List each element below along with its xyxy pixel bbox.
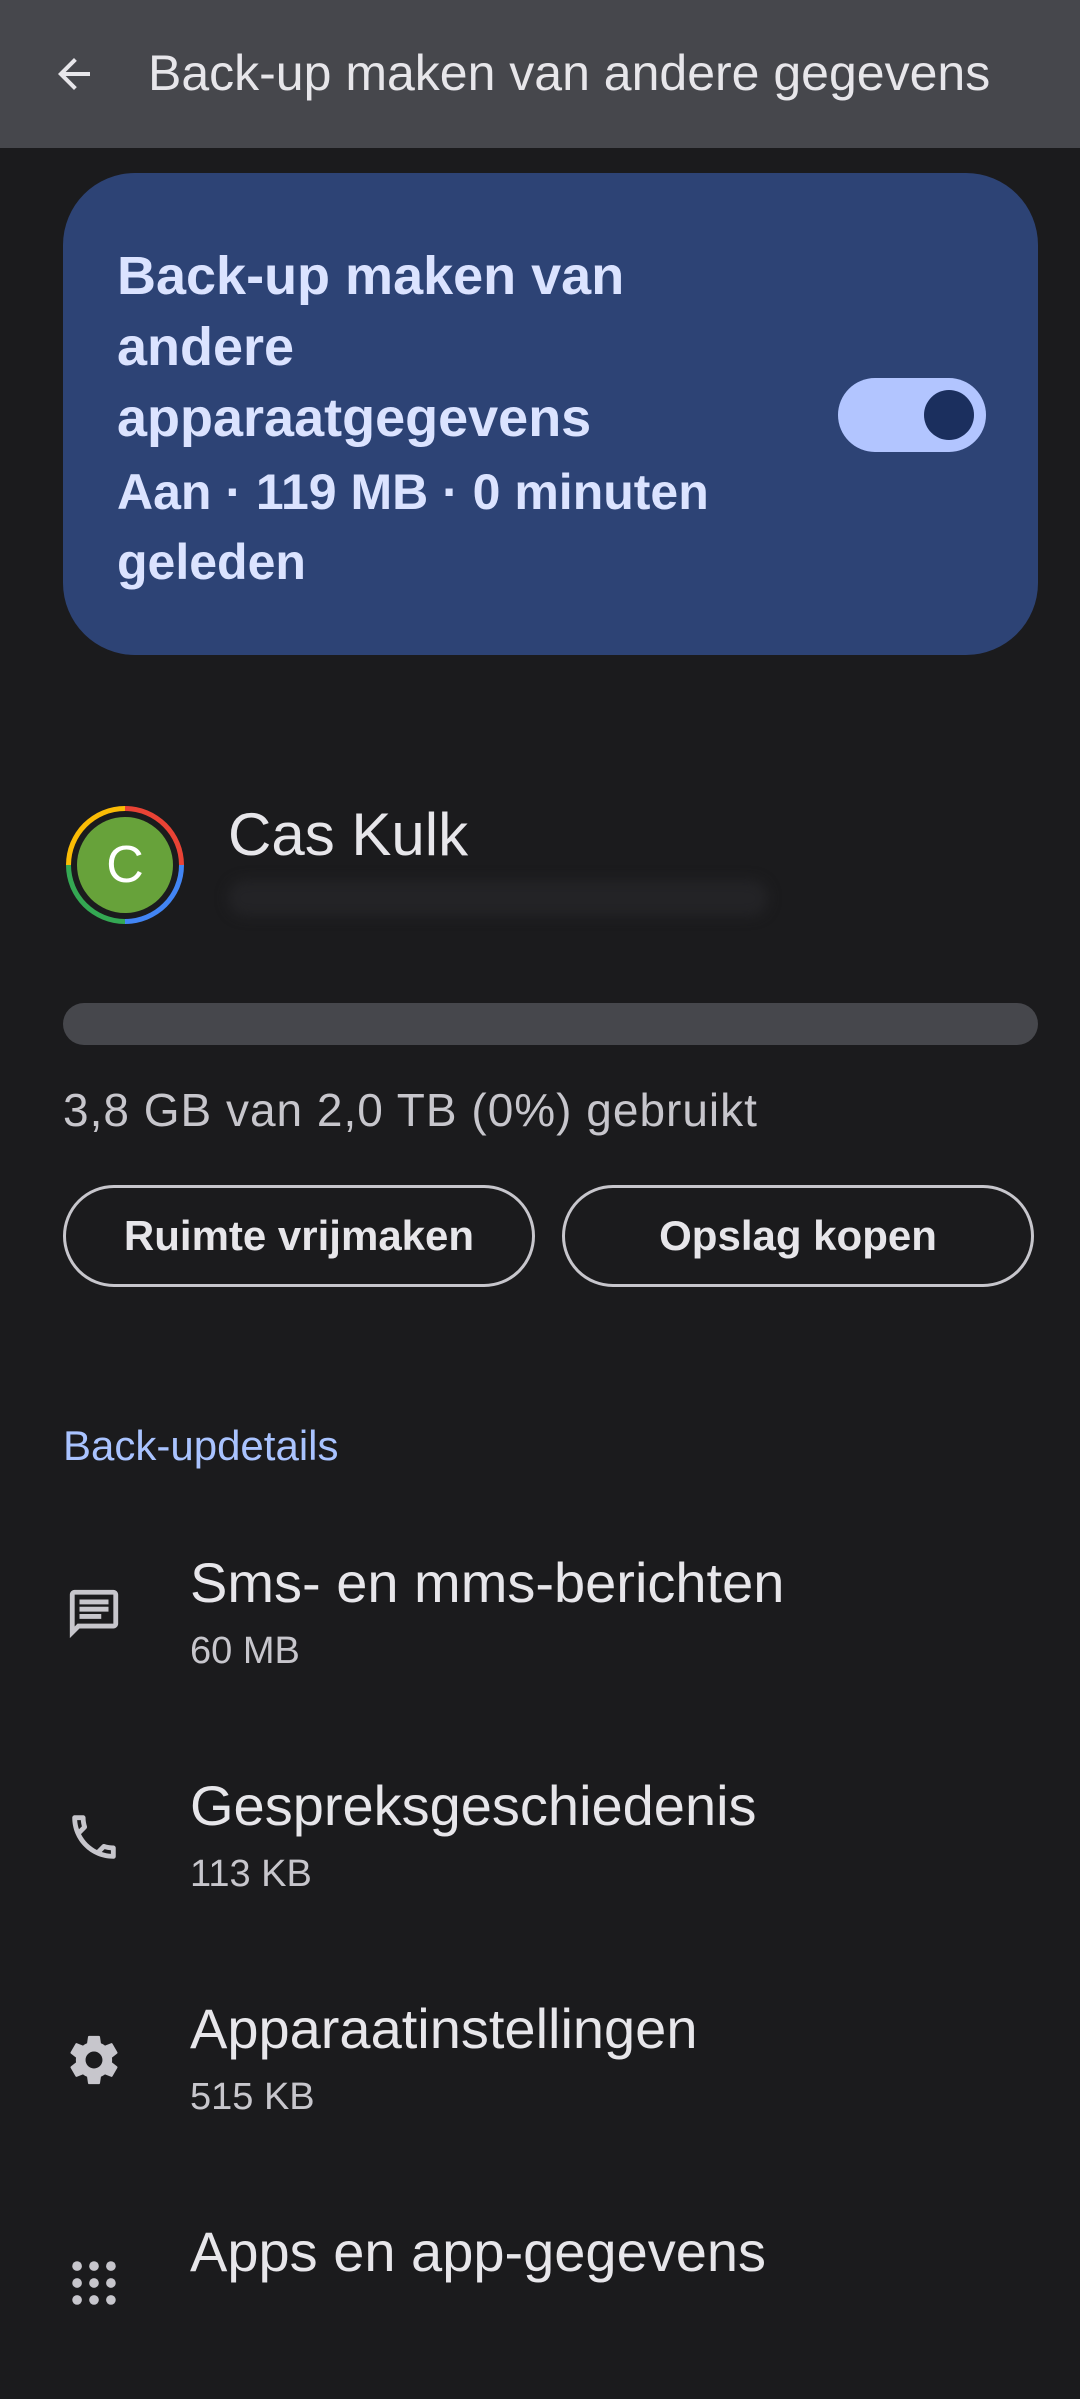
back-button[interactable] xyxy=(42,40,106,108)
apps-grid-icon xyxy=(62,2251,126,2315)
buy-storage-button[interactable]: Opslag kopen xyxy=(562,1185,1034,1287)
list-item-device-settings[interactable]: Apparaatinstellingen 515 KB xyxy=(0,1976,1080,2176)
list-item-apps[interactable]: Apps en app-gegevens xyxy=(0,2199,1080,2399)
page-title: Back-up maken van andere gegevens xyxy=(148,45,991,101)
list-item-title: Gespreksgeschiedenis xyxy=(190,1774,757,1837)
backup-card-status: Aan · 119 MB · 0 minuten geleden xyxy=(117,464,709,590)
list-item-size: 113 KB xyxy=(190,1853,312,1895)
list-item-size: 515 KB xyxy=(190,2076,315,2118)
avatar: C xyxy=(66,806,184,924)
list-item-call-history[interactable]: Gespreksgeschiedenis 113 KB xyxy=(0,1753,1080,1953)
avatar-letter: C xyxy=(77,817,173,913)
gear-icon xyxy=(62,2028,126,2092)
free-up-space-button[interactable]: Ruimte vrijmaken xyxy=(63,1185,535,1287)
account-email-redacted xyxy=(228,880,768,916)
list-item-title: Apps en app-gegevens xyxy=(190,2220,766,2283)
list-item-title: Sms- en mms-berichten xyxy=(190,1551,785,1614)
top-app-bar: Back-up maken van andere gegevens xyxy=(0,0,1080,148)
backup-card-title: Back-up maken van andere apparaatgegeven… xyxy=(117,246,625,448)
backup-details-header: Back-updetails xyxy=(63,1422,339,1469)
list-item-title: Apparaatinstellingen xyxy=(190,1997,698,2060)
storage-progress-bar xyxy=(63,1003,1038,1045)
arrow-back-icon xyxy=(58,58,90,90)
list-item-size: 60 MB xyxy=(190,1630,300,1672)
message-icon xyxy=(62,1582,126,1646)
storage-summary: 3,8 GB van 2,0 TB (0%) gebruikt xyxy=(63,1084,758,1136)
toggle-knob xyxy=(924,390,974,440)
phone-icon xyxy=(62,1805,126,1869)
account-name: Cas Kulk xyxy=(228,801,469,868)
backup-toggle-switch[interactable] xyxy=(838,378,986,452)
list-item-sms-mms[interactable]: Sms- en mms-berichten 60 MB xyxy=(0,1530,1080,1730)
backup-toggle-card[interactable]: Back-up maken van andere apparaatgegeven… xyxy=(63,173,1038,655)
